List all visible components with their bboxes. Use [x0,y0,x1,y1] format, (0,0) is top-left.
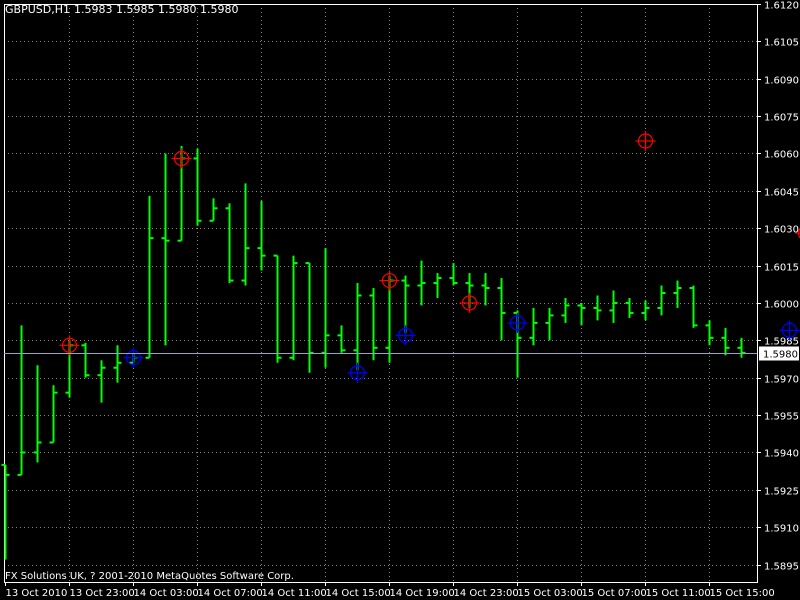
y-tick-label: 1.6060 [764,150,799,161]
y-tick-label: 1.5895 [764,562,799,573]
y-tick-label: 1.5910 [764,524,799,535]
low-signal-marker [347,362,368,383]
low-signal-marker [123,347,144,368]
ohlc-bar [161,153,170,346]
ohlc-bar [81,342,90,378]
ohlc-bar [657,285,666,316]
ohlc-bar [145,195,154,359]
ohlc-bar [337,325,346,353]
ohlc-bar [689,285,698,328]
ohlc-bar [529,307,538,346]
y-tick-label: 1.6015 [764,263,799,274]
ohlc-bar [1,463,10,560]
ohlc-bar [369,288,378,361]
y-tick-label: 1.6090 [764,76,799,87]
y-tick-label: 1.6105 [764,38,799,49]
x-tick-label: 15 Oct 03:00 [518,588,583,599]
ohlc-bar [353,283,362,371]
x-tick-label: 14 Oct 11:00 [262,588,327,599]
ohlc-bar [625,297,634,318]
copyright-label: FX Solutions UK, ? 2001-2010 MetaQuotes … [5,571,294,582]
high-signal-marker [379,270,400,291]
ohlc-bar [113,345,122,383]
ohlc-bar [577,302,586,326]
chart-ohlc-label: 1.5983 1.5985 1.5980 1.5980 [74,3,238,16]
ohlc-bar [417,260,426,306]
signal-markers [59,131,800,383]
x-tick-label: 15 Oct 15:00 [710,588,775,599]
y-tick-label: 1.6075 [764,113,799,124]
ohlc-bar [33,365,42,463]
ohlc-bar [705,320,714,346]
ohlc-bar [609,290,618,323]
ohlc-bar [289,255,298,361]
x-tick-label: 13 Oct 2010 [6,588,68,599]
x-tick-label: 14 Oct 23:00 [454,588,519,599]
ohlc-bar [481,273,490,306]
low-signal-marker [395,325,416,346]
low-signal-marker [507,312,528,333]
chart-symbol-label: GBPUSD,H1 [5,3,70,16]
ohlc-bar [401,275,410,333]
x-tick-label: 14 Oct 07:00 [198,588,263,599]
current-price-label: 1.5980 [763,350,798,361]
high-signal-marker [59,335,80,356]
y-tick-label: 1.6000 [764,300,799,311]
ohlc-bar [721,327,730,356]
y-tick-label: 1.5940 [764,449,799,460]
x-tick-label: 14 Oct 03:00 [134,588,199,599]
high-signal-marker [635,131,656,152]
ohlc-bar [241,183,250,286]
price-chart: 1.6120 1.6105 1.6090 1.6075 1.6060 1.6045 1.60… [1,1,800,599]
ohlc-bar [273,254,282,363]
ohlc-bar [97,360,106,403]
ohlc-bar [545,307,554,341]
high-signal-marker [459,292,480,313]
x-tick-label: 15 Oct 11:00 [646,588,711,599]
y-tick-label: 1.5970 [764,375,799,386]
x-tick-label: 14 Oct 19:00 [390,588,455,599]
y-tick-label: 1.6030 [764,225,799,236]
axes: 1.6120 1.6105 1.6090 1.6075 1.6060 1.6045 1.60… [4,1,799,599]
ohlc-bar [305,262,314,373]
ohlc-bar [433,273,442,298]
high-signal-marker [171,148,192,169]
y-tick-label: 1.5955 [764,412,799,423]
y-tick-label: 1.5985 [764,337,799,348]
y-tick-label: 1.5925 [764,487,799,498]
grid [4,4,757,582]
current-price-line: 1.5980 [4,346,799,361]
ohlc-bar [497,278,506,341]
chart-window: 1.6120 1.6105 1.6090 1.6075 1.6060 1.6045 1.60… [0,0,800,600]
price-bars [1,146,746,560]
y-tick-label: 1.6045 [764,188,799,199]
ohlc-bar [17,325,26,476]
x-tick-label: 14 Oct 15:00 [326,588,391,599]
ohlc-bar [225,203,234,284]
ohlc-bar [593,295,602,321]
plot-frame [4,4,758,583]
x-tick-label: 13 Oct 23:00 [70,588,135,599]
ohlc-bar [209,198,218,222]
ohlc-bar [257,200,266,271]
x-tick-label: 15 Oct 07:00 [582,588,647,599]
ohlc-bar [193,148,202,226]
y-tick-label: 1.6120 [764,1,799,12]
ohlc-bar [49,385,58,444]
ohlc-bar [561,297,570,323]
